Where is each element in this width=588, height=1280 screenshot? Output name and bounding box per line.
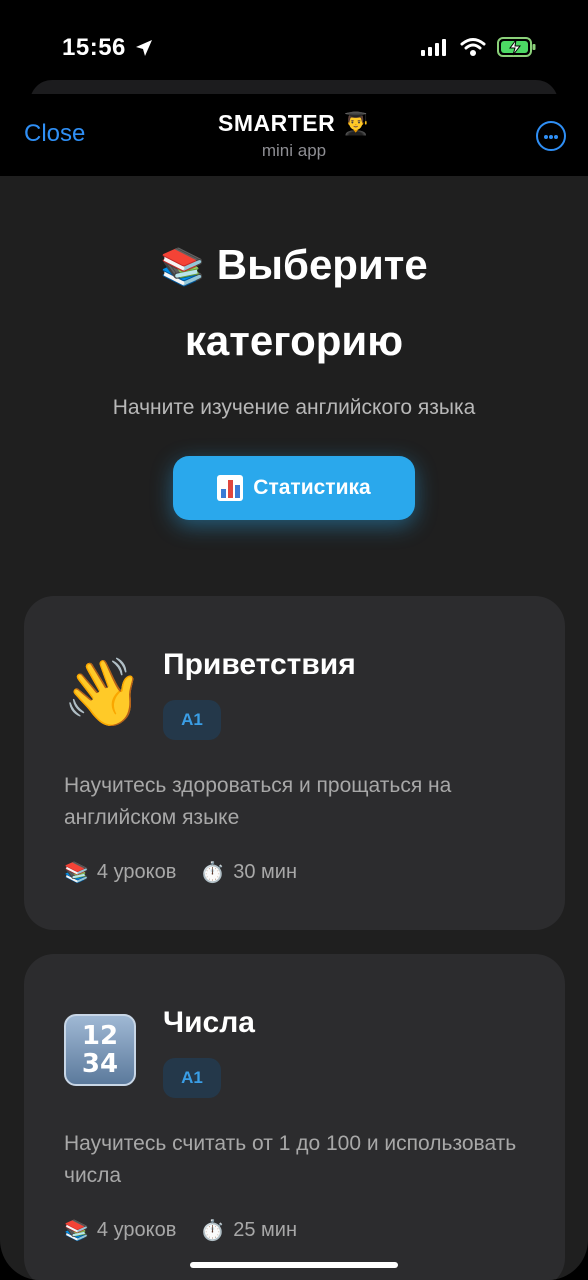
category-description: Научитесь считать от 1 до 100 и использо… bbox=[64, 1132, 517, 1187]
page-title-text: Выберите категорию bbox=[184, 241, 428, 364]
category-title: Приветствия bbox=[163, 648, 356, 681]
student-emoji-icon: 👨‍🎓 bbox=[342, 111, 371, 136]
more-dot-icon bbox=[554, 135, 558, 139]
duration: 25 мин bbox=[233, 1219, 298, 1241]
wifi-icon bbox=[460, 38, 486, 56]
miniapp-header: Close SMARTER 👨‍🎓 mini app bbox=[0, 94, 588, 176]
stopwatch-icon: ⏱️ bbox=[200, 862, 226, 884]
status-time: 15:56 bbox=[62, 34, 126, 61]
duration: 30 мин bbox=[233, 861, 298, 883]
more-dot-icon bbox=[549, 135, 553, 139]
books-emoji-icon: 📚 bbox=[160, 246, 206, 287]
status-bar: 15:56 bbox=[0, 0, 588, 92]
app-title-text: SMARTER bbox=[217, 110, 336, 136]
category-card-greetings[interactable]: 👋 Приветствия A1 Научитесь здороваться и… bbox=[24, 596, 565, 930]
category-meta: 📚 4 уроков ⏱️ 25 мин bbox=[64, 1218, 297, 1243]
app-subtitle: mini app bbox=[261, 141, 327, 160]
cellular-signal-icon bbox=[421, 39, 446, 56]
stopwatch-icon: ⏱️ bbox=[200, 1220, 226, 1242]
waving-hand-icon: 👋 bbox=[62, 655, 145, 729]
home-indicator[interactable] bbox=[190, 1262, 398, 1268]
main-content: 📚 Выберите категорию Начните изучение ан… bbox=[0, 176, 588, 1280]
lessons-count: 4 уроков bbox=[96, 1219, 177, 1241]
more-options-button[interactable] bbox=[536, 121, 566, 151]
lessons-count: 4 уроков bbox=[96, 861, 177, 883]
level-badge: A1 bbox=[163, 700, 221, 740]
category-description: Научитесь здороваться и прощаться на анг… bbox=[64, 774, 452, 829]
books-icon: 📚 bbox=[64, 1220, 89, 1242]
page-subtitle: Начните изучение английского языка bbox=[112, 396, 476, 419]
page-title: 📚 Выберите категорию bbox=[0, 228, 588, 378]
app-title: SMARTER 👨‍🎓 bbox=[0, 110, 588, 137]
books-icon: 📚 bbox=[64, 862, 89, 884]
battery-charging-icon bbox=[497, 37, 536, 57]
category-meta: 📚 4 уроков ⏱️ 30 мин bbox=[64, 860, 297, 885]
statistics-button[interactable]: Статистика bbox=[173, 456, 415, 520]
more-dot-icon bbox=[544, 135, 548, 139]
bar-chart-icon bbox=[217, 475, 244, 501]
numbers-keycap-icon: 12 34 bbox=[64, 1014, 136, 1086]
statistics-button-label: Статистика bbox=[253, 476, 371, 499]
category-card-numbers[interactable]: 12 34 Числа A1 Научитесь считать от 1 до … bbox=[24, 954, 565, 1280]
category-title: Числа bbox=[163, 1006, 255, 1039]
location-arrow-icon bbox=[136, 40, 152, 56]
level-badge: A1 bbox=[163, 1058, 221, 1098]
